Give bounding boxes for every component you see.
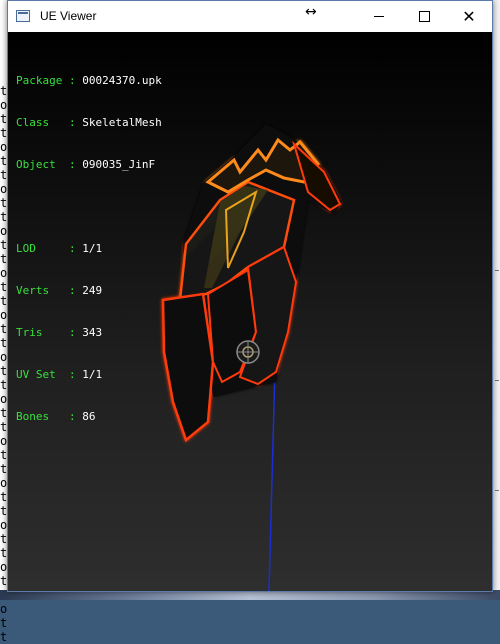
background-tick: [495, 490, 499, 491]
close-icon: ✕: [462, 6, 476, 26]
info-separator: :: [62, 326, 83, 339]
info-label: Verts: [16, 284, 63, 297]
info-separator: :: [62, 74, 83, 87]
info-separator: :: [62, 410, 83, 423]
info-label: Class: [16, 116, 63, 129]
window-title: UE Viewer: [40, 9, 97, 23]
background-console-glyph: t: [0, 630, 8, 644]
info-label: Tris: [16, 326, 63, 339]
info-separator: :: [62, 284, 83, 297]
background-tick: [495, 380, 499, 381]
info-separator: :: [62, 242, 83, 255]
info-spacer: [16, 200, 162, 214]
maximize-icon: [418, 11, 430, 22]
info-value: SkeletalMesh: [82, 116, 162, 129]
info-value: 00024370.upk: [82, 74, 162, 87]
background-console-glyph: o: [0, 602, 8, 616]
info-label: Bones: [16, 410, 63, 423]
title-bar[interactable]: UE Viewer ↔ ✕: [8, 1, 492, 32]
info-value: 1/1: [82, 368, 103, 381]
ue-viewer-window: UE Viewer ↔ ✕ Package: 00024370.upk Cla…: [7, 0, 493, 592]
app-window-icon[interactable]: [16, 10, 30, 22]
3d-viewport[interactable]: Package : 00024370.upk Class : SkeletalM…: [8, 32, 492, 591]
info-row-bones: Bones : 86: [16, 410, 162, 424]
info-separator: :: [62, 368, 83, 381]
minimize-icon: [374, 16, 384, 17]
background-tick: [495, 270, 499, 271]
close-button[interactable]: ✕: [446, 1, 492, 32]
info-row-class: Class : SkeletalMesh: [16, 116, 162, 130]
info-label: LOD: [16, 242, 63, 255]
background-console-glyph: t: [0, 616, 8, 630]
info-value: 86: [82, 410, 96, 423]
info-value: 1/1: [82, 242, 103, 255]
mesh-body: [161, 124, 342, 443]
info-separator: :: [62, 158, 83, 171]
minimize-button[interactable]: [356, 1, 402, 32]
info-value: 249: [82, 284, 103, 297]
info-label: Object: [16, 158, 63, 171]
info-separator: :: [62, 116, 83, 129]
info-value: 343: [82, 326, 103, 339]
mesh-info-overlay: Package : 00024370.upk Class : SkeletalM…: [16, 46, 162, 452]
info-row-object: Object : 090035_JinF: [16, 158, 162, 172]
info-row-uvset: UV Set : 1/1: [16, 368, 162, 382]
info-row-verts: Verts : 249: [16, 284, 162, 298]
emblem-icon: [236, 340, 260, 364]
info-row-lod: LOD : 1/1: [16, 242, 162, 256]
info-label: UV Set: [16, 368, 63, 381]
info-value: 090035_JinF: [82, 158, 156, 171]
info-row-package: Package : 00024370.upk: [16, 74, 162, 88]
info-row-tris: Tris : 343: [16, 326, 162, 340]
maximize-button[interactable]: [401, 1, 447, 32]
info-label: Package: [16, 74, 63, 87]
resize-cursor-icon: ↔: [305, 4, 317, 20]
